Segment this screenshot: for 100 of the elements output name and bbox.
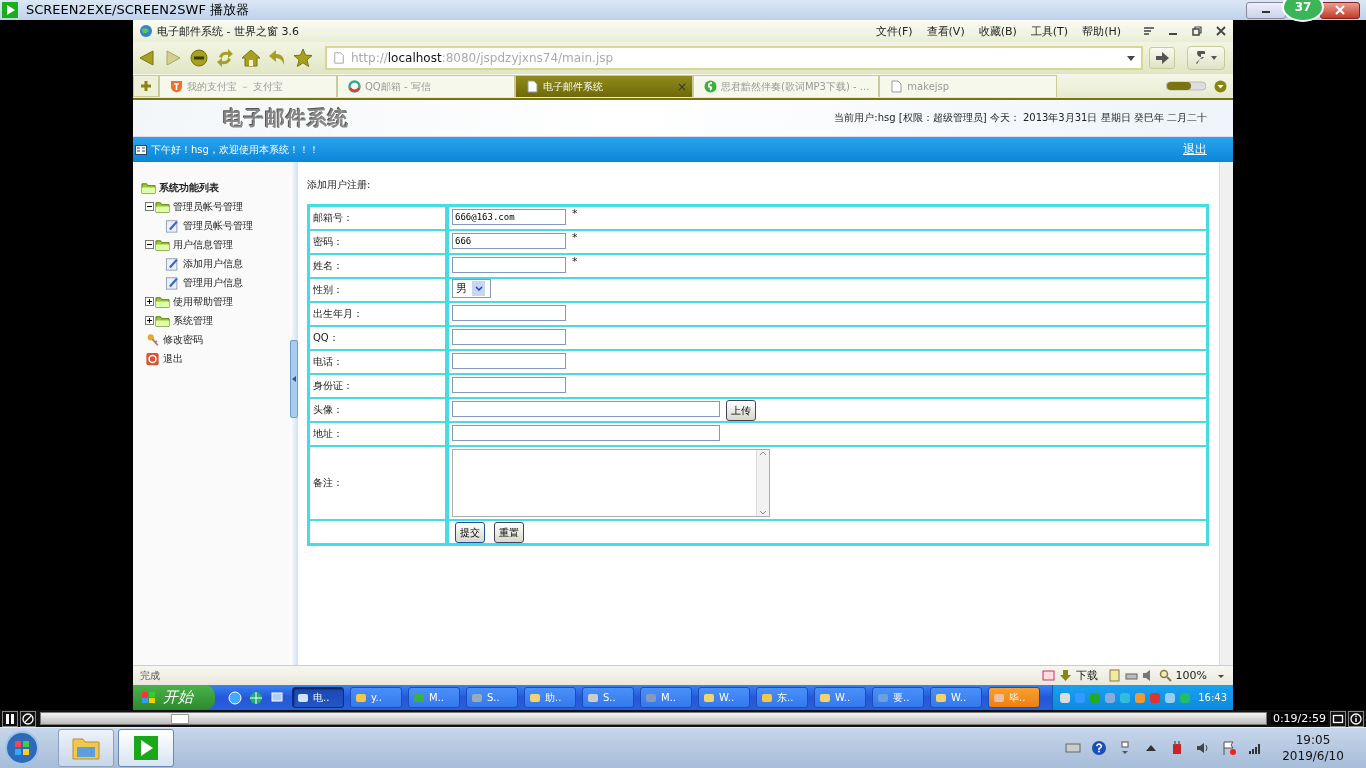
taskbar-task[interactable]: W..	[698, 687, 750, 708]
menu-item[interactable]: 帮助(H)	[1082, 23, 1121, 39]
form-button[interactable]: 提交	[455, 522, 485, 543]
edit-icon	[165, 256, 180, 271]
tools-button[interactable]	[1187, 46, 1225, 70]
menu-item[interactable]: 文件(F)	[875, 23, 913, 39]
expander-icon[interactable]	[145, 202, 154, 211]
upload-button[interactable]: 上传	[726, 400, 756, 421]
scroll-up-icon[interactable]	[759, 450, 767, 456]
taskbar-task[interactable]: y..	[350, 687, 402, 708]
minimize-button[interactable]	[1246, 1, 1286, 19]
flag-icon[interactable]	[1221, 740, 1237, 756]
input-field[interactable]	[452, 425, 720, 441]
taskbar-task[interactable]: 要..	[872, 687, 924, 708]
input-field[interactable]: 666	[452, 233, 566, 249]
form-button[interactable]: 重置	[494, 522, 524, 543]
fullscreen-icon[interactable]	[1330, 710, 1346, 727]
progress-thumb[interactable]	[170, 714, 189, 724]
speaker-icon[interactable]	[1195, 740, 1211, 756]
star-icon[interactable]	[293, 48, 313, 68]
tree-item[interactable]: 用户信息管理	[173, 237, 233, 252]
download-label[interactable]: 下载	[1075, 668, 1098, 683]
scroll-tabs-icon[interactable]	[1166, 81, 1206, 91]
home-icon[interactable]	[241, 48, 261, 68]
stop-icon[interactable]	[20, 710, 36, 727]
menu-item[interactable]: 收藏(B)	[978, 23, 1017, 39]
expander-icon[interactable]	[145, 240, 154, 249]
field-label: 电话：	[309, 350, 448, 374]
restore-icon[interactable]	[1191, 25, 1203, 37]
taskbar-task[interactable]: M..	[408, 687, 460, 708]
taskbar-task[interactable]: W..	[814, 687, 866, 708]
stop-icon[interactable]	[189, 48, 209, 68]
playback-time: 0:19/2:59	[1270, 712, 1328, 725]
tray-icon[interactable]	[1059, 691, 1072, 704]
scroll-down-icon[interactable]	[759, 510, 767, 516]
page-icon	[526, 80, 539, 93]
tray-icon[interactable]	[1149, 691, 1162, 704]
file-explorer-button[interactable]	[58, 729, 114, 767]
zoom-icon[interactable]	[1158, 669, 1172, 682]
browser-tab[interactable]: 电子邮件系统 ×	[515, 75, 693, 97]
gender-select[interactable]: 男	[452, 279, 491, 298]
new-tab-button[interactable]	[133, 75, 159, 97]
taskbar-task[interactable]: 助..	[524, 687, 576, 708]
input-field[interactable]	[452, 257, 566, 273]
notes-field[interactable]	[452, 449, 770, 517]
download-icon[interactable]	[1058, 669, 1072, 682]
tree-item[interactable]: 添加用户信息	[183, 256, 243, 271]
go-button[interactable]	[1149, 47, 1175, 69]
input-field[interactable]	[452, 329, 566, 345]
menu-item[interactable]: 工具(T)	[1030, 23, 1069, 39]
start-orb-icon[interactable]	[4, 730, 40, 766]
scrollbar[interactable]	[1219, 162, 1233, 665]
tree-item[interactable]: 系统管理	[173, 313, 213, 328]
tab-menu-icon[interactable]	[1214, 79, 1227, 93]
player-app-button[interactable]	[118, 729, 174, 767]
notes-icon[interactable]	[1107, 669, 1121, 682]
window-icon[interactable]	[1041, 669, 1055, 682]
desktop-icon[interactable]	[270, 690, 284, 705]
input-field[interactable]	[452, 305, 566, 321]
info-icon[interactable]	[1348, 710, 1364, 727]
tree-item[interactable]: 管理员帐号管理	[183, 218, 253, 233]
tree-item[interactable]: 管理员帐号管理	[173, 199, 243, 214]
menu-icon[interactable]	[1143, 25, 1155, 37]
form-title: 添加用户注册:	[307, 178, 372, 192]
tree-item[interactable]: 系统功能列表	[159, 180, 219, 195]
browser-icon[interactable]	[228, 690, 242, 705]
keyboard-icon[interactable]	[1065, 740, 1081, 756]
taskbar-task[interactable]: 东..	[756, 687, 808, 708]
forward-icon[interactable]	[163, 48, 183, 68]
expander-icon[interactable]	[145, 297, 154, 306]
refresh-icon[interactable]	[215, 48, 235, 68]
tray-icon[interactable]	[1164, 691, 1177, 704]
collapse-handle[interactable]	[290, 339, 298, 418]
globe-icon[interactable]	[249, 690, 263, 705]
zoom-level[interactable]: 100%	[1175, 669, 1207, 682]
input-field[interactable]: 666@163.com	[452, 209, 566, 225]
taskbar-task[interactable]: S..	[466, 687, 518, 708]
address-field[interactable]: http://localhost:8080/jspdzyjxns74/main.jsp	[325, 46, 1143, 70]
tree-item[interactable]: 使用帮助管理	[173, 294, 233, 309]
close-icon[interactable]	[1215, 25, 1227, 37]
app-icon	[471, 691, 483, 704]
tree-item[interactable]: 修改密码	[163, 332, 203, 347]
taskbar-task[interactable]: W..	[930, 687, 982, 708]
user-info: 当前用户:hsg [权限：超级管理员] 今天： 2013年3月31日 星期日 癸巳年 二月二十	[834, 111, 1207, 125]
help-icon[interactable]	[1091, 740, 1107, 756]
input-field[interactable]	[452, 377, 566, 393]
close-icon	[1335, 5, 1345, 15]
menu-item[interactable]: 查看(V)	[926, 23, 965, 39]
file-path-field[interactable]	[452, 401, 720, 417]
tree-item[interactable]: 管理用户信息	[183, 275, 243, 290]
taskbar-task[interactable]: S..	[582, 687, 634, 708]
close-button[interactable]	[1320, 1, 1360, 19]
taskbar-task[interactable]: M..	[640, 687, 692, 708]
taskbar-task[interactable]: 电..	[292, 687, 344, 708]
back-icon[interactable]	[137, 48, 157, 68]
pause-icon[interactable]	[2, 710, 18, 727]
expander-icon[interactable]	[145, 316, 154, 325]
tree-item[interactable]: 退出	[163, 351, 183, 366]
required-mark: *	[572, 255, 578, 270]
input-field[interactable]	[452, 353, 566, 369]
